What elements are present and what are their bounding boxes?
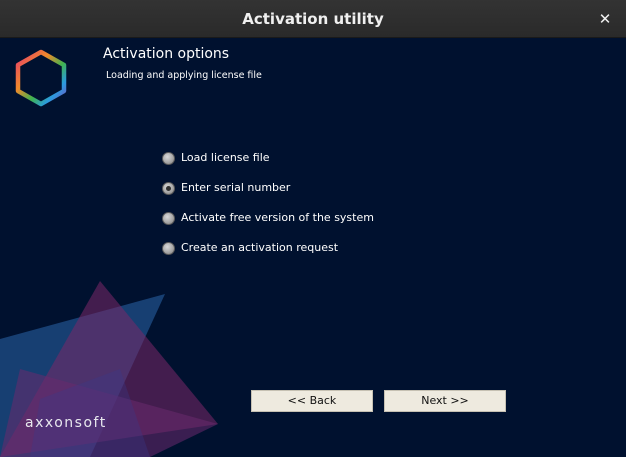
activation-window: Activation utility ✕ Activation options … xyxy=(0,0,626,457)
option-label: Create an activation request xyxy=(181,241,339,254)
content-area: Activation options Loading and applying … xyxy=(0,39,626,457)
brand-logo: axxonsoft xyxy=(25,415,107,431)
page-title: Activation options xyxy=(103,46,230,62)
radio-button-selected[interactable] xyxy=(162,182,175,195)
back-button[interactable]: << Back xyxy=(251,390,373,412)
radio-button[interactable] xyxy=(162,152,175,165)
option-label: Load license file xyxy=(181,151,270,164)
window-title: Activation utility xyxy=(242,10,384,28)
hexagon-logo-icon xyxy=(15,49,67,107)
page-subtitle: Loading and applying license file xyxy=(106,70,262,81)
option-label: Enter serial number xyxy=(181,181,291,194)
radio-button[interactable] xyxy=(162,242,175,255)
option-label: Activate free version of the system xyxy=(181,211,374,224)
close-icon[interactable]: ✕ xyxy=(594,8,616,30)
next-button[interactable]: Next >> xyxy=(384,390,506,412)
title-bar[interactable]: Activation utility ✕ xyxy=(0,0,626,38)
radio-button[interactable] xyxy=(162,212,175,225)
